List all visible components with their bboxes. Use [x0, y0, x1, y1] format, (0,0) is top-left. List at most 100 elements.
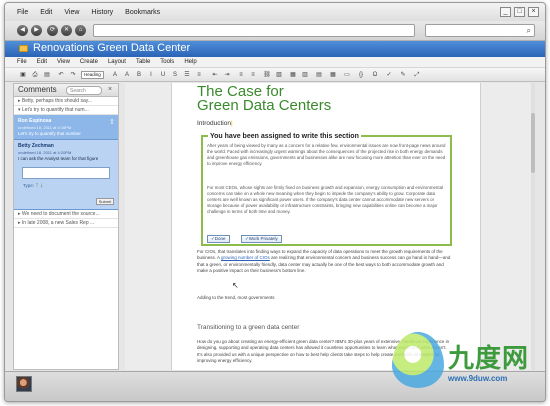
- spellcheck-icon[interactable]: ✓: [385, 71, 393, 79]
- browser-search-field[interactable]: ⌕: [425, 24, 535, 37]
- comments-title: Comments: [18, 85, 57, 94]
- assignment-paragraph: For most CEOs, whose sights are firmly f…: [207, 185, 443, 215]
- image-icon[interactable]: ▧: [275, 71, 283, 79]
- folder-icon: [19, 45, 28, 52]
- font-color-icon[interactable]: A: [123, 71, 131, 79]
- comment-icon[interactable]: ✎: [399, 71, 407, 79]
- browser-menu-bookmarks[interactable]: Bookmarks: [125, 9, 160, 16]
- outdent-icon[interactable]: ⇤: [211, 71, 219, 79]
- document-area: The Case for Green Data Centers Introduc…: [125, 83, 535, 370]
- align-center-icon[interactable]: ≡: [249, 71, 257, 79]
- browser-toolbar: ◀ ▶ ⟳ ✕ ⌂ ⌕: [5, 21, 545, 41]
- comment-item[interactable]: Ron Espinosa undefined 18, 2011 at 4:16P…: [14, 115, 118, 140]
- comment-item-active[interactable]: Betty Zechman undefined 18, 2011 at 4:20…: [14, 140, 118, 210]
- align-left-icon[interactable]: ≡: [237, 71, 245, 79]
- submit-comment-button[interactable]: Submit: [96, 198, 114, 205]
- section-heading: Transitioning to a green data center: [197, 324, 300, 331]
- strikethrough-icon[interactable]: S: [171, 71, 179, 79]
- url-bar[interactable]: [93, 24, 415, 37]
- comment-text: Let's try to quantify that number: [18, 131, 81, 136]
- special-char-icon[interactable]: Ω: [371, 71, 379, 79]
- table-icon[interactable]: ▦: [289, 71, 297, 79]
- font-size-icon[interactable]: A: [111, 71, 119, 79]
- type-label: Type:: [23, 183, 35, 188]
- app-header: Renovations Green Data Center: [5, 41, 545, 57]
- fullscreen-icon[interactable]: ⤢: [413, 71, 421, 79]
- number-list-icon[interactable]: ≡: [195, 71, 203, 79]
- document-title: Renovations Green Data Center: [33, 42, 191, 54]
- delete-row-icon[interactable]: ▭: [343, 71, 351, 79]
- comments-search-input[interactable]: Search: [66, 86, 102, 95]
- stop-icon[interactable]: ✕: [61, 25, 72, 36]
- insert-row-icon[interactable]: ▥: [301, 71, 309, 79]
- thumbs-down-icon[interactable]: ↓: [40, 183, 43, 189]
- bold-icon[interactable]: B: [135, 71, 143, 79]
- app-menu-view[interactable]: View: [57, 59, 70, 65]
- link-icon[interactable]: ⛓: [263, 71, 271, 79]
- watermark-logo-icon: [392, 332, 444, 388]
- app-menu-edit[interactable]: Edit: [37, 59, 47, 65]
- comment-collapsed-item[interactable]: ▸ In late 2008, a new Sales Rep ...: [14, 219, 118, 228]
- close-comments-icon[interactable]: ×: [108, 86, 112, 93]
- redo-icon[interactable]: ↷: [69, 71, 77, 79]
- save-icon[interactable]: ▣: [19, 71, 27, 79]
- document-page[interactable]: The Case for Green Data Centers Introduc…: [171, 83, 481, 370]
- avatar[interactable]: [16, 376, 32, 392]
- pin-icon[interactable]: ⇧: [109, 118, 115, 126]
- watermark-url: www.9duw.com: [448, 374, 508, 383]
- thumbs-up-icon[interactable]: ↑: [35, 182, 39, 189]
- comments-sidebar: Comments Search × ▸ Betty, perhaps this …: [13, 83, 119, 370]
- comment-thread-expanded[interactable]: ▾ Let's try to quantify that num...: [14, 106, 118, 115]
- app-menu-help[interactable]: Help: [184, 59, 196, 65]
- comment-timestamp: undefined 18, 2011 at 4:16PM: [18, 125, 72, 130]
- comment-text: I can ask the Analyst team for that figu…: [18, 156, 99, 161]
- browser-menu-file[interactable]: File: [17, 9, 28, 16]
- code-icon[interactable]: {}: [357, 71, 365, 79]
- app-menu-table[interactable]: Table: [136, 59, 150, 65]
- browser-menu-history[interactable]: History: [91, 9, 113, 16]
- app-menu-file[interactable]: File: [17, 59, 27, 65]
- body-paragraph: Adding to the trend, most governments: [197, 295, 275, 300]
- export-icon[interactable]: ▤: [43, 71, 51, 79]
- undo-icon[interactable]: ↶: [57, 71, 65, 79]
- home-icon[interactable]: ⌂: [75, 25, 86, 36]
- comment-type-row: Type: ↑ ↓: [18, 182, 114, 189]
- mouse-cursor-icon: ↖: [232, 281, 239, 290]
- maximize-button[interactable]: □: [514, 7, 525, 17]
- window-controls: _ □ ×: [500, 7, 539, 17]
- intro-heading: Introduction|: [197, 120, 233, 127]
- done-button[interactable]: ✓Done: [207, 235, 230, 243]
- reload-icon[interactable]: ⟳: [47, 25, 58, 36]
- assignment-paragraph: After years of being viewed by many as a…: [207, 143, 446, 167]
- browser-menu-view[interactable]: View: [64, 9, 79, 16]
- comment-timestamp: undefined 18, 2011 at 4:20PM: [18, 150, 72, 155]
- indent-icon[interactable]: ⇥: [223, 71, 231, 79]
- split-cells-icon[interactable]: ▦: [329, 71, 337, 79]
- comment-author: Betty Zechman: [18, 143, 54, 149]
- vertical-scrollbar[interactable]: [531, 83, 535, 370]
- browser-menubar: File Edit View History Bookmarks _ □ ×: [5, 3, 545, 21]
- forward-icon[interactable]: ▶: [31, 25, 42, 36]
- work-privately-button[interactable]: ✓Work Privately: [241, 235, 282, 243]
- app-menu-tools[interactable]: Tools: [160, 59, 174, 65]
- minimize-button[interactable]: _: [500, 7, 511, 17]
- underline-icon[interactable]: U: [159, 71, 167, 79]
- italic-icon[interactable]: I: [147, 71, 155, 79]
- browser-menu-edit[interactable]: Edit: [40, 9, 52, 16]
- assignment-box: You have been assigned to write this sec…: [201, 133, 452, 246]
- comment-collapsed-item[interactable]: ▸ Betty, perhaps this should say...: [14, 97, 118, 106]
- print-icon[interactable]: ⎙: [31, 71, 39, 79]
- back-icon[interactable]: ◀: [17, 25, 28, 36]
- app-menu-create[interactable]: Create: [80, 59, 98, 65]
- comment-collapsed-item[interactable]: ▸ We need to document the source...: [14, 210, 118, 219]
- reply-input[interactable]: [22, 167, 110, 179]
- app-menu-layout[interactable]: Layout: [108, 59, 126, 65]
- merge-cells-icon[interactable]: ▤: [315, 71, 323, 79]
- bullet-list-icon[interactable]: ☰: [183, 71, 191, 79]
- search-icon[interactable]: ⌕: [527, 26, 531, 36]
- watermark-brand: 九度网: [448, 344, 530, 374]
- style-select[interactable]: Heading: [81, 71, 104, 79]
- scroll-thumb[interactable]: [531, 113, 535, 173]
- inline-link[interactable]: growing number of CIOs: [221, 255, 270, 260]
- close-window-button[interactable]: ×: [528, 7, 539, 17]
